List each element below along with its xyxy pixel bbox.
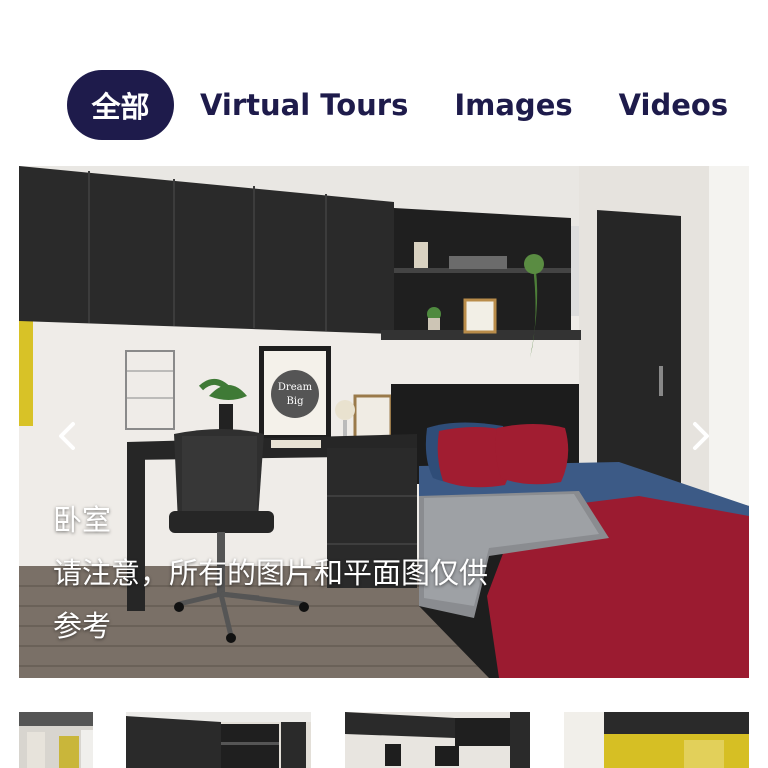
chevron-left-icon[interactable] [49,416,89,456]
caption-title: 卧室 [53,503,112,537]
tab-all[interactable]: 全部 [67,70,174,140]
thumbnail-strip [0,712,768,768]
thumbnail-1[interactable] [19,712,93,768]
caption-note: 请注意，所有的图片和平面图仅供 [53,556,489,590]
thumbnail-3[interactable] [345,712,530,768]
chevron-right-icon[interactable] [679,416,719,456]
image-caption: 卧室 请注意，所有的图片和平面图仅供 参考 [53,494,593,653]
media-tabs: 全部 Virtual Tours Images Videos [67,70,728,140]
caption-note-continued: 参考 [53,609,112,643]
tab-images[interactable]: Images [454,70,572,140]
poster-text: Dream [278,382,313,393]
tab-videos[interactable]: Videos [619,70,729,140]
hero-image-carousel[interactable]: Dream Big 卧室 请注意，所有的图片和平面图仅供 参考 [19,166,749,678]
tab-virtual-tours[interactable]: Virtual Tours [200,70,408,140]
thumbnail-2[interactable] [126,712,311,768]
thumbnail-4[interactable] [564,712,749,768]
poster-text: Big [287,396,305,407]
